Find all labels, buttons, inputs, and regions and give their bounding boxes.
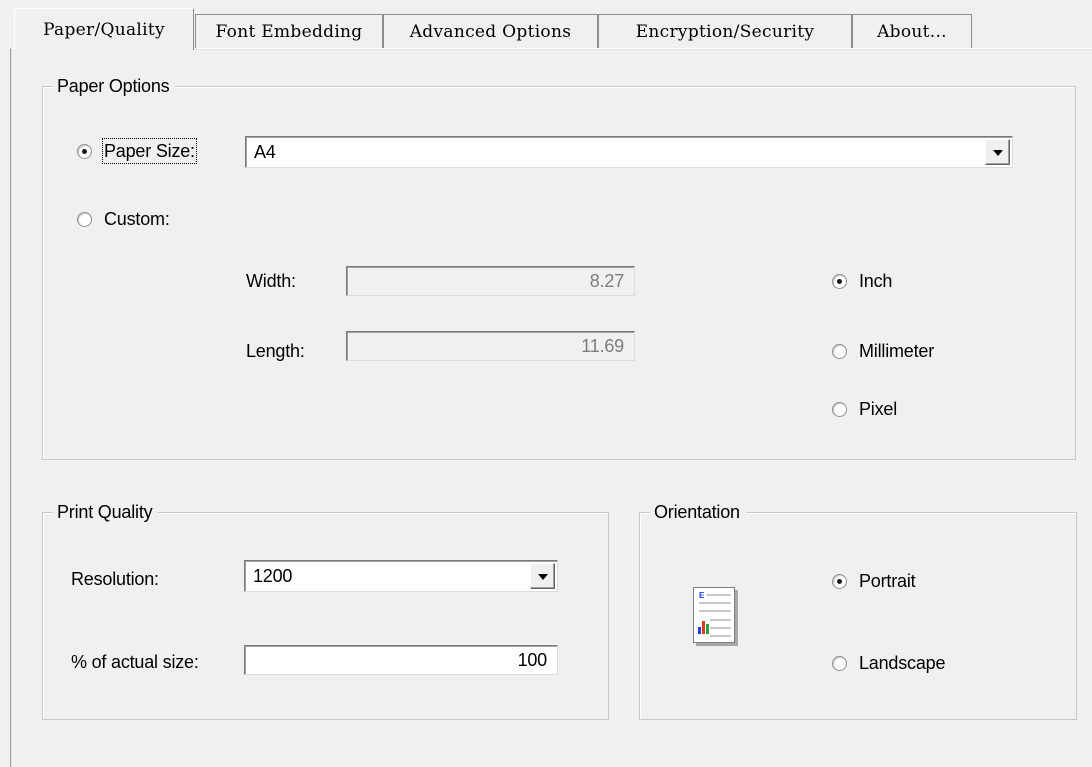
tab-advanced-options[interactable]: Advanced Options xyxy=(383,14,598,48)
width-field[interactable]: 8.27 xyxy=(346,266,635,296)
paper-size-select[interactable]: A4 xyxy=(245,136,1013,168)
orientation-landscape-radio[interactable]: Landscape xyxy=(832,652,945,674)
unit-inch-label: Inch xyxy=(859,271,893,291)
width-label: Width: xyxy=(246,271,296,291)
paper-options-title: Paper Options xyxy=(53,75,176,97)
orientation-portrait-radio[interactable]: Portrait xyxy=(832,570,916,592)
resolution-value: 1200 xyxy=(253,566,293,586)
radio-checked-icon xyxy=(832,273,847,289)
unit-millimeter-radio[interactable]: Millimeter xyxy=(832,340,934,362)
resolution-select[interactable]: 1200 xyxy=(244,560,558,592)
custom-size-label: Custom: xyxy=(104,209,170,229)
print-quality-title: Print Quality xyxy=(53,501,159,523)
paper-size-value: A4 xyxy=(254,142,276,162)
chevron-down-icon xyxy=(993,150,1003,156)
length-field[interactable]: 11.69 xyxy=(346,331,635,361)
orientation-title: Orientation xyxy=(650,501,746,523)
custom-size-radio[interactable]: Custom: xyxy=(77,208,170,230)
page-text-line xyxy=(707,594,731,596)
radio-checked-icon xyxy=(832,573,847,589)
chart-bar-icon xyxy=(698,627,701,634)
orientation-landscape-label: Landscape xyxy=(859,653,946,673)
radio-unchecked-icon xyxy=(832,655,847,671)
unit-millimeter-label: Millimeter xyxy=(859,341,935,361)
unit-pixel-radio[interactable]: Pixel xyxy=(832,398,897,420)
resolution-label: Resolution: xyxy=(71,569,159,589)
paper-size-dropdown-button[interactable] xyxy=(985,139,1010,165)
portrait-page-icon: E xyxy=(693,587,741,649)
unit-inch-radio[interactable]: Inch xyxy=(832,270,892,292)
tab-encryption-security[interactable]: Encryption/Security xyxy=(598,14,852,48)
resolution-dropdown-button[interactable] xyxy=(530,563,555,589)
radio-unchecked-icon xyxy=(832,401,847,417)
chart-bar-icon xyxy=(702,621,705,634)
page-letter-glyph: E xyxy=(699,591,705,600)
actual-size-field[interactable]: 100 xyxy=(244,645,558,675)
radio-unchecked-icon xyxy=(77,211,92,227)
radio-unchecked-icon xyxy=(832,343,847,359)
page-text-line xyxy=(699,602,731,604)
actual-size-label: % of actual size: xyxy=(71,652,199,672)
unit-pixel-label: Pixel xyxy=(859,399,898,419)
printer-properties-dialog: Paper/Quality Font Embedding Advanced Op… xyxy=(0,0,1092,767)
page-text-line xyxy=(710,635,731,637)
orientation-portrait-label: Portrait xyxy=(859,571,916,591)
page-sheet: E xyxy=(693,587,735,643)
paper-size-radio[interactable]: Paper Size: xyxy=(77,138,197,164)
page-text-line xyxy=(710,627,731,629)
chevron-down-icon xyxy=(538,574,548,580)
paper-size-label: Paper Size: xyxy=(102,138,197,164)
chart-bar-icon xyxy=(706,624,709,634)
tab-paper-quality[interactable]: Paper/Quality xyxy=(14,8,194,50)
tab-font-embedding[interactable]: Font Embedding xyxy=(195,14,383,48)
length-label: Length: xyxy=(246,341,305,361)
page-text-line xyxy=(710,619,731,621)
print-quality-group: Print Quality xyxy=(42,501,609,720)
tab-about[interactable]: About... xyxy=(852,14,972,48)
page-text-line xyxy=(699,610,731,612)
radio-checked-icon xyxy=(77,143,92,159)
